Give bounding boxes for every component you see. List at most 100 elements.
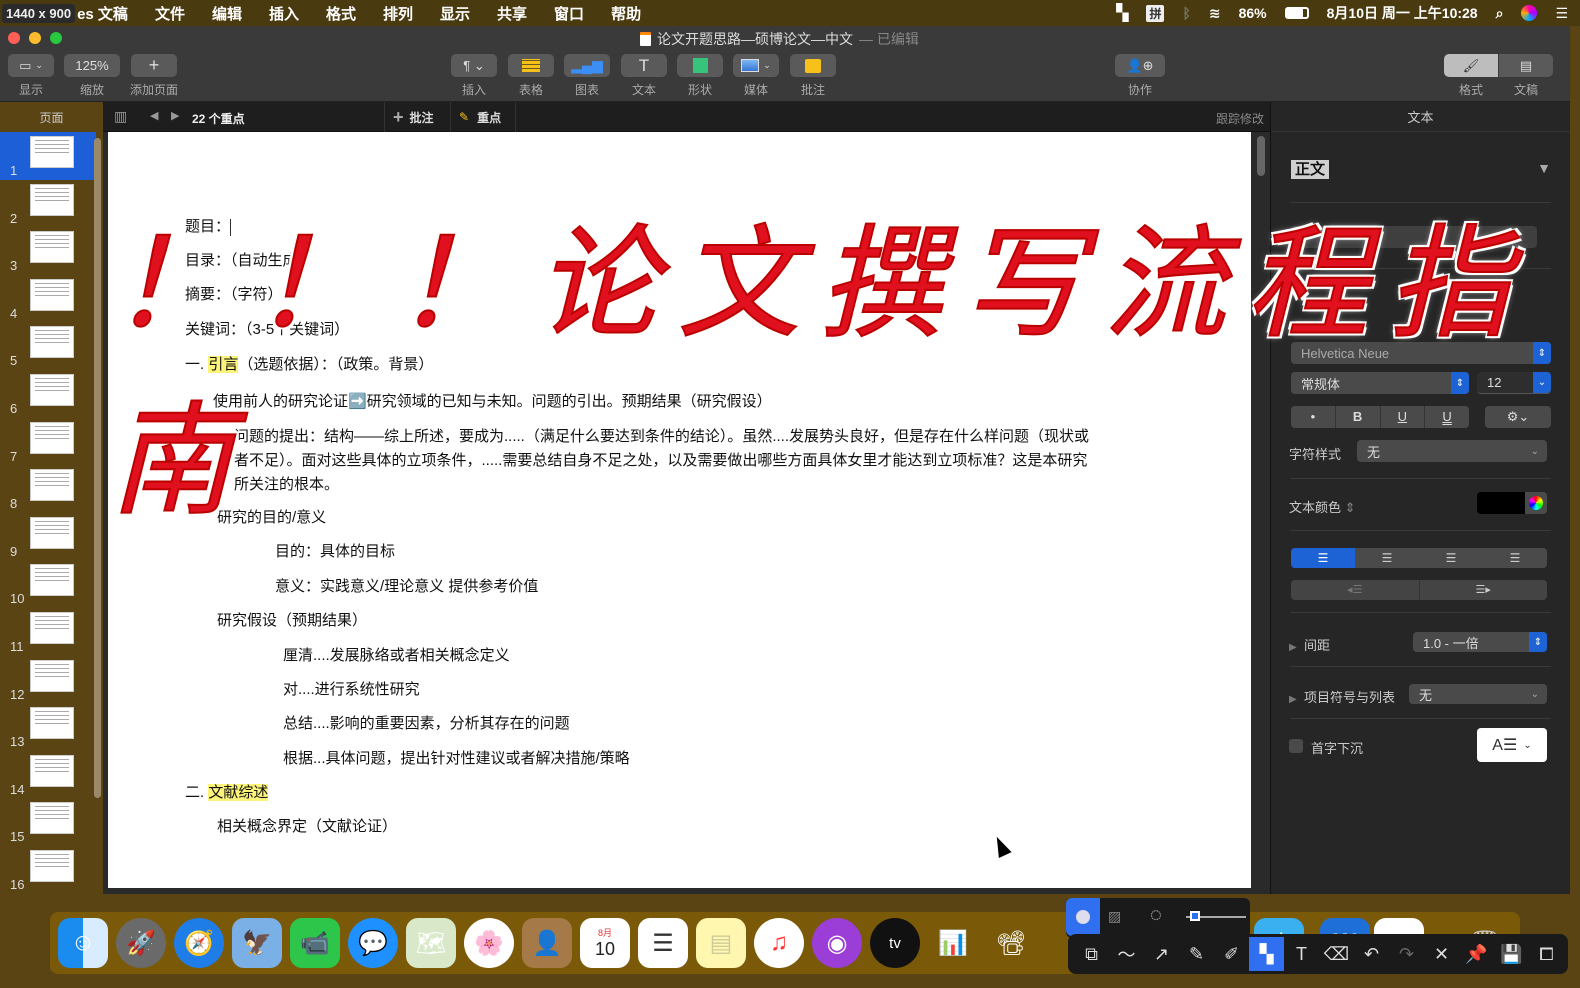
bullets-section[interactable]: ▶ 项目符号与列表 (1289, 687, 1395, 706)
sidebar-scrollbar[interactable] (94, 138, 101, 798)
align-justify-button[interactable]: ☰ (1483, 548, 1547, 568)
save-icon[interactable]: 💾 (1494, 937, 1529, 971)
dock-tv-icon[interactable]: tv (870, 918, 920, 968)
app-menu[interactable]: es 文稿 (77, 3, 128, 24)
bullets-select[interactable]: 无 ⌄ (1409, 684, 1547, 704)
menu-format[interactable]: 格式 (326, 3, 356, 24)
dock-messages-icon[interactable]: 💬 (348, 918, 398, 968)
page-thumbnail[interactable]: 10 (0, 560, 96, 608)
double-underline-button[interactable]: U (1425, 406, 1469, 428)
advanced-options-button[interactable]: ⚙⌄ (1485, 406, 1551, 428)
text-button[interactable]: T 文本 (621, 54, 667, 98)
bullet-style-button[interactable]: • (1291, 406, 1336, 428)
document-line[interactable]: 研究的目的/意义 (217, 506, 326, 527)
document-line[interactable]: 摘要：（字符） (185, 283, 283, 304)
close-icon[interactable]: ✕ (1424, 937, 1459, 971)
shape-button[interactable]: 形状 (677, 54, 723, 98)
dock-contacts-icon[interactable]: 👤 (522, 918, 572, 968)
page-thumbnail[interactable]: 14 (0, 751, 96, 799)
menu-view[interactable]: 显示 (440, 3, 470, 24)
dock-keynote-icon[interactable]: 📽 (986, 918, 1036, 968)
document-line[interactable]: 题目： (185, 215, 232, 236)
document-line[interactable]: 研究假设（预期结果） (217, 609, 367, 630)
document-line[interactable]: 一. 引言（选题依据）：（政策。背景） (185, 353, 433, 374)
menu-edit[interactable]: 编辑 (212, 3, 242, 24)
document-line[interactable]: 二. 文献综述 (185, 781, 269, 802)
document-line[interactable]: 厘清....发展脉络或者相关概念定义 (283, 644, 510, 665)
menu-file[interactable]: 文件 (155, 3, 185, 24)
document-line[interactable]: 者不足）。面对这些具体的立项条件，.....需要总结自身不足之处，以及需要做出哪… (234, 449, 1087, 470)
dock-photos-icon[interactable]: 🌸 (464, 918, 514, 968)
page-thumbnail[interactable]: 11 (0, 608, 96, 656)
dock-calendar-icon[interactable]: 8月 10 (580, 918, 630, 968)
page-thumbnail[interactable]: 12 (0, 656, 96, 704)
add-comment-button[interactable]: + 批注 (384, 102, 434, 132)
align-center-button[interactable]: ☰ (1355, 548, 1419, 568)
dock-mail-icon[interactable]: 🦅 (232, 918, 282, 968)
dock-maps-icon[interactable]: 🗺 (406, 918, 456, 968)
document-line[interactable]: 意义：实践意义/理论意义 提供参考价值 (275, 575, 538, 596)
add-page-button[interactable]: + 添加页面 (130, 54, 178, 98)
document-line[interactable]: 总结....影响的重要因素，分析其存在的问题 (283, 712, 570, 733)
track-changes-label[interactable]: 跟踪修改 (1216, 110, 1264, 127)
decrease-indent-button[interactable]: ◂☰ (1291, 580, 1420, 600)
fill-hatch-button[interactable]: ▨ (1108, 908, 1121, 925)
pin-icon[interactable]: 📌 (1459, 937, 1494, 971)
highlight-button[interactable]: ✎ 重点 (450, 102, 517, 132)
drop-cap-style-select[interactable]: A☰ ⌄ (1477, 728, 1547, 762)
page-thumbnail[interactable]: 1 (0, 132, 96, 180)
comment-button[interactable]: 批注 (790, 54, 836, 98)
increase-indent-button[interactable]: ☰▸ (1420, 580, 1548, 600)
zoom-button[interactable]: 125% 缩放 (64, 54, 120, 98)
fill-solid-button[interactable] (1066, 898, 1100, 936)
dock-numbers-icon[interactable]: 📊 (928, 918, 978, 968)
eraser-tool-icon[interactable]: ⌫ (1319, 937, 1354, 971)
document-line[interactable]: 使用前人的研究论证➡️研究领域的已知与未知。问题的引出。预期结果（研究假设） (213, 390, 772, 411)
control-center-icon[interactable]: ☰ (1555, 5, 1568, 22)
document-line[interactable]: 目录：（自动生成） (185, 249, 313, 270)
close-window-button[interactable] (8, 32, 20, 44)
size-slider[interactable] (1186, 911, 1246, 921)
spacing-select[interactable]: 1.0 - 一倍 ⇕ (1413, 632, 1547, 652)
marker-tool-icon[interactable]: ✐ (1214, 937, 1249, 971)
stroke-shape-button[interactable]: ◌ (1150, 904, 1162, 927)
page-thumbnail[interactable]: 9 (0, 513, 96, 561)
mosaic-tool-icon[interactable]: ▚ (1249, 937, 1284, 971)
align-right-button[interactable]: ☰ (1419, 548, 1483, 568)
siri-icon[interactable] (1521, 5, 1538, 21)
page-thumbnail[interactable]: 3 (0, 227, 96, 275)
menu-help[interactable]: 帮助 (611, 3, 641, 24)
pencil-tool-icon[interactable]: ✎ (1179, 937, 1214, 971)
document-page[interactable]: 题目： 目录：（自动生成） 摘要：（字符） 关键词：（3-5个关键词） 一. 引言（选题… (108, 132, 1251, 888)
document-line[interactable]: 相关概念界定（文献论证） (217, 815, 397, 836)
insert-button[interactable]: ¶ ⌄ 插入 (451, 54, 497, 98)
view-button[interactable]: ▭ ⌄ 显示 (8, 54, 54, 98)
spacing-section[interactable]: ▶ 间距 (1289, 635, 1330, 654)
document-line[interactable]: 对....进行系统性研究 (283, 678, 420, 699)
line-tool-icon[interactable]: 〜 (1109, 937, 1144, 971)
document-scrollbar[interactable] (1257, 136, 1265, 176)
page-thumbnail[interactable]: 7 (0, 418, 96, 466)
page-thumbnail[interactable]: 13 (0, 703, 96, 751)
dock-finder-icon[interactable]: ☺ (58, 918, 108, 968)
font-family-select[interactable]: Helvetica Neue ⇕ (1291, 342, 1551, 364)
color-wheel-icon[interactable] (1525, 492, 1547, 514)
drop-cap-checkbox[interactable] (1289, 739, 1303, 753)
document-line[interactable]: 关键词：（3-5个关键词） (185, 318, 349, 339)
page-thumbnail[interactable]: 5 (0, 322, 96, 370)
paragraph-style-selector[interactable]: 正文 ▼ (1291, 158, 1551, 182)
menu-share[interactable]: 共享 (497, 3, 527, 24)
page-thumbnail[interactable]: 16 (0, 846, 96, 894)
prev-highlight-button[interactable]: ◀ (150, 109, 158, 122)
dock-launchpad-icon[interactable]: 🚀 (116, 918, 166, 968)
shape-tool-icon[interactable]: ⧉ (1074, 937, 1109, 971)
page-thumbnail[interactable]: 4 (0, 275, 96, 323)
document-line[interactable]: 问题的提出：结构——综上所述，要成为.....（满足什么要达到条件的结论）。虽然… (234, 425, 1089, 446)
input-method-icon[interactable]: 拼 (1146, 4, 1165, 22)
dock-safari-icon[interactable]: 🧭 (174, 918, 224, 968)
bold-button[interactable]: B (1336, 406, 1381, 428)
font-style-select[interactable]: 常规体 ⇕ (1291, 372, 1469, 394)
table-button[interactable]: 表格 (508, 54, 554, 98)
copy-icon[interactable]: ⧠ (1529, 937, 1564, 971)
document-button[interactable]: ▤ 文稿 (1499, 54, 1553, 98)
